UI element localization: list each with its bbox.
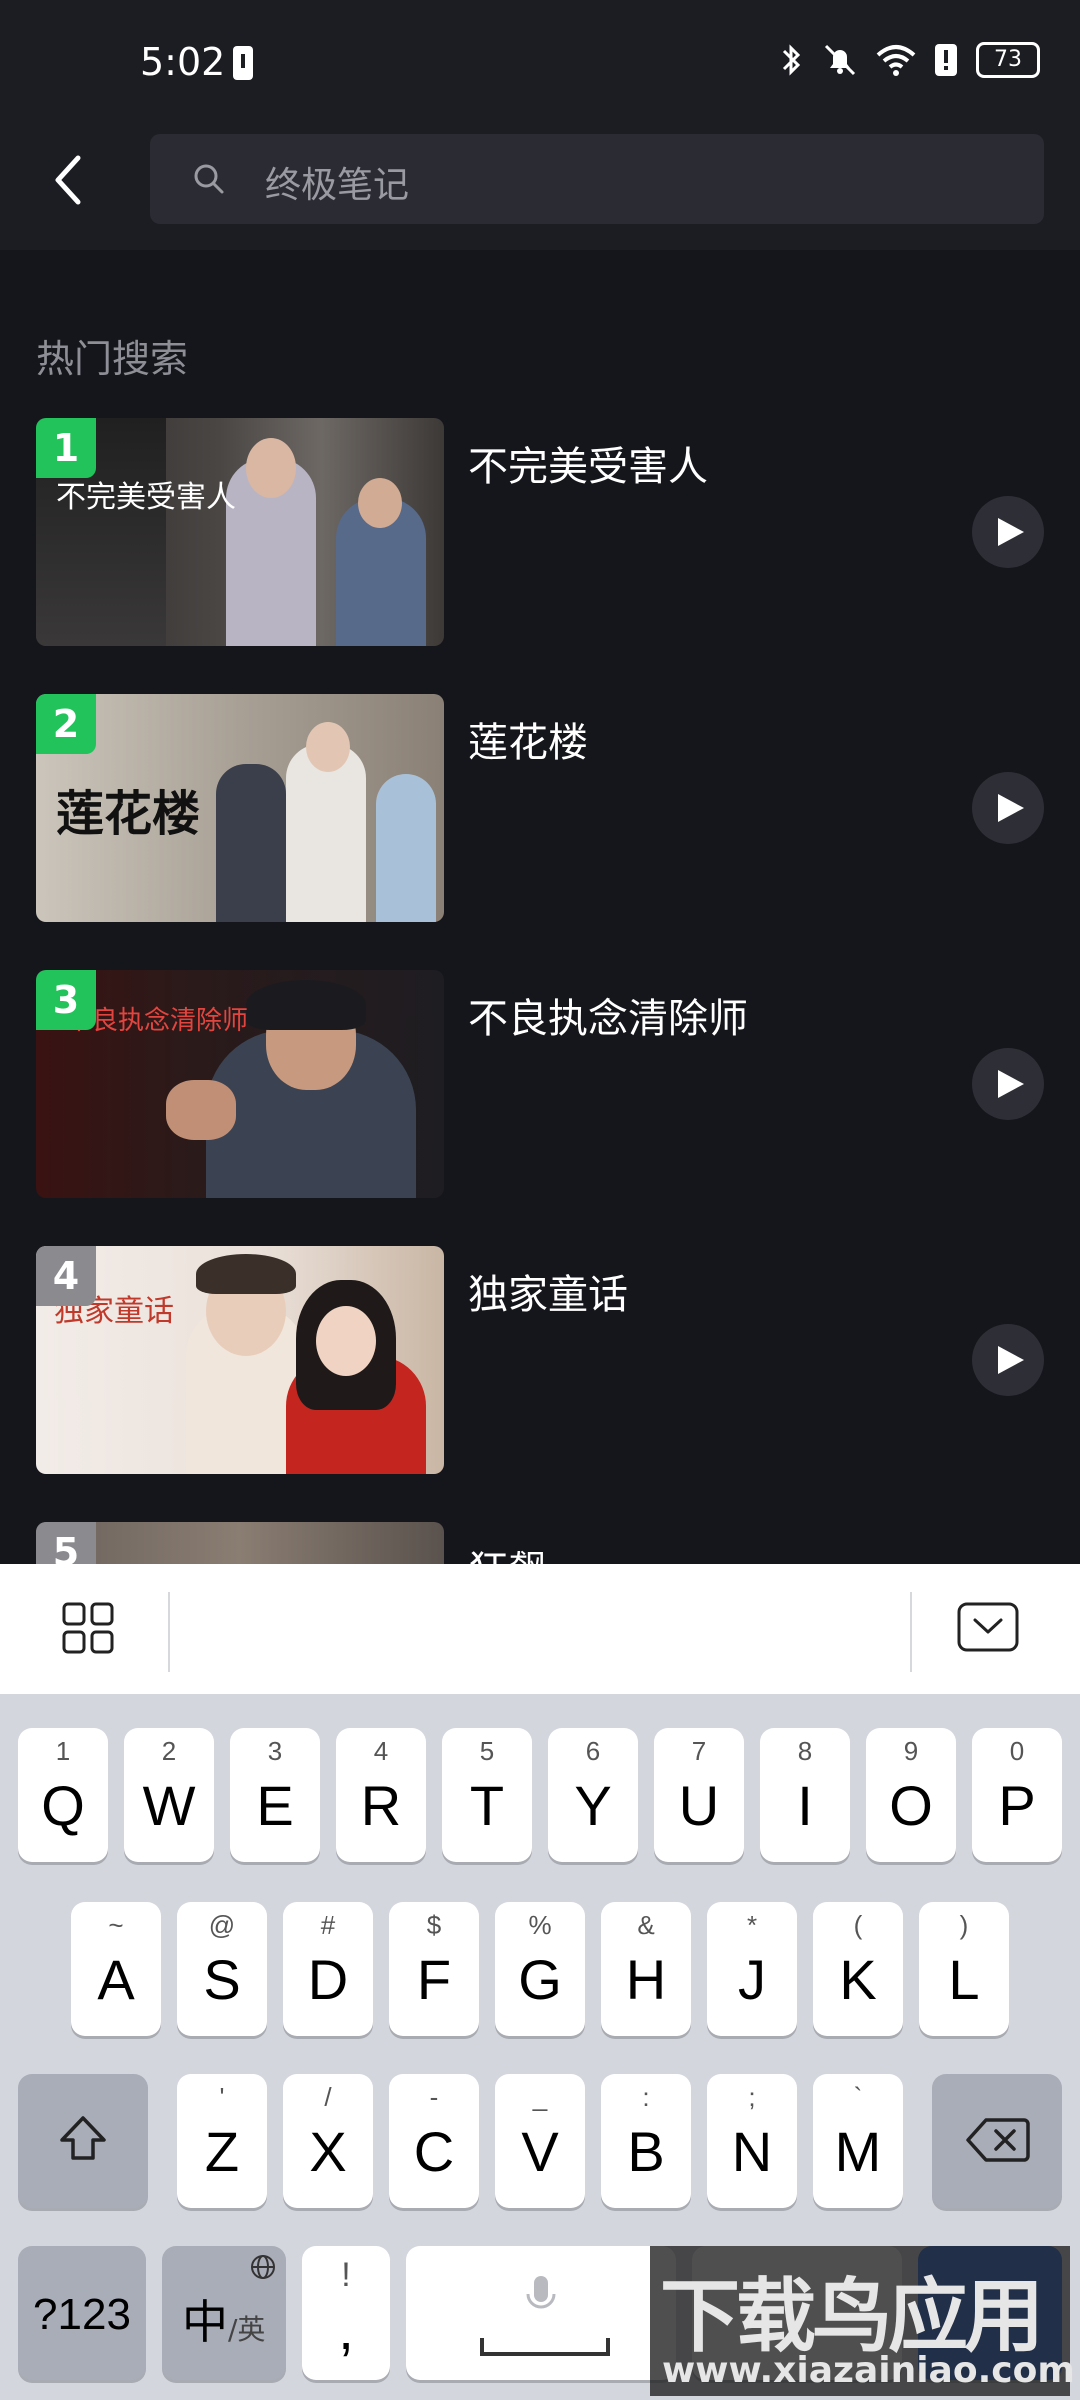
status-time: 5:02 [140, 40, 226, 84]
numbers-key[interactable]: ?123 [18, 2246, 146, 2380]
rank-badge: 2 [36, 694, 96, 754]
backspace-key[interactable] [932, 2074, 1062, 2208]
key-b[interactable]: :B [601, 2074, 691, 2208]
key-m[interactable]: ` M [813, 2074, 903, 2208]
key-n[interactable]: ; N [707, 2074, 797, 2208]
battery-icon: 73 [976, 42, 1040, 78]
key-o[interactable]: 9O [866, 1728, 956, 1862]
backspace-icon [966, 2118, 1030, 2162]
shift-icon [60, 2116, 106, 2160]
globe-icon [251, 2255, 275, 2279]
rank-badge: 4 [36, 1246, 96, 1306]
space-bar-indicator [480, 2338, 610, 2356]
key-e[interactable]: 3E [230, 1728, 320, 1862]
item-title[interactable]: 不良执念清除师 [468, 986, 748, 1044]
microphone-icon [526, 2276, 556, 2309]
language-key[interactable]: 中 /英 [162, 2246, 286, 2380]
search-icon [194, 164, 224, 194]
key-s[interactable]: @ S [177, 1902, 267, 2036]
play-button[interactable] [972, 1048, 1044, 1120]
item-title[interactable]: 不完美受害人 [468, 434, 708, 492]
key-w[interactable]: 2W [124, 1728, 214, 1862]
thumbnail[interactable]: 莲花楼 [36, 694, 444, 922]
play-button[interactable] [972, 1324, 1044, 1396]
divider [910, 1592, 912, 1672]
list-item[interactable]: 不良执念清除师 3 不良执念清除师 [0, 970, 1080, 1200]
hide-keyboard-icon[interactable] [957, 1602, 1019, 1652]
thumbnail-title: 不完美受害人 [56, 480, 236, 515]
item-title[interactable]: 独家童话 [468, 1262, 628, 1320]
play-icon [998, 1346, 1024, 1374]
list-item[interactable]: 独家童话 4 独家童话 [0, 1246, 1080, 1476]
play-icon [998, 1070, 1024, 1098]
list-item[interactable]: 不完美受害人 1 不完美受害人 [0, 418, 1080, 648]
key-d[interactable]: # D [283, 1902, 373, 2036]
key-h[interactable]: & H [601, 1902, 691, 2036]
keyboard-toolbar [0, 1564, 1080, 1694]
play-button[interactable] [972, 496, 1044, 568]
key-c[interactable]: -C [389, 2074, 479, 2208]
apps-grid-icon[interactable] [62, 1602, 114, 1654]
key-x[interactable]: / X [283, 2074, 373, 2208]
key-q[interactable]: 1Q [18, 1728, 108, 1862]
item-title[interactable]: 莲花楼 [468, 710, 588, 768]
key-z[interactable]: ' Z [177, 2074, 267, 2208]
key-g[interactable]: % G [495, 1902, 585, 2036]
search-placeholder: 终极笔记 [265, 165, 410, 206]
battery-alert-icon [233, 46, 253, 80]
alert-icon [935, 44, 957, 76]
comma-key[interactable]: ! , [302, 2246, 390, 2380]
space-key[interactable] [406, 2246, 676, 2380]
shift-key[interactable] [18, 2074, 148, 2208]
play-button[interactable] [972, 772, 1044, 844]
key-t[interactable]: 5T [442, 1728, 532, 1862]
key-l[interactable]: ) L [919, 1902, 1009, 2036]
mute-bell-icon [824, 44, 856, 76]
rank-badge: 3 [36, 970, 96, 1030]
key-f[interactable]: $ F [389, 1902, 479, 2036]
section-title: 热门搜索 [36, 337, 189, 381]
bluetooth-icon [782, 44, 801, 76]
watermark-url: www.xiazainiao.com [662, 2350, 1075, 2391]
thumbnail[interactable]: 独家童话 [36, 1246, 444, 1474]
key-k[interactable]: (K [813, 1902, 903, 2036]
key-i[interactable]: 8I [760, 1728, 850, 1862]
thumbnail-title: 莲花楼 [56, 786, 201, 842]
play-icon [998, 794, 1024, 822]
key-j[interactable]: * J [707, 1902, 797, 2036]
search-input[interactable]: 终极笔记 [150, 134, 1044, 224]
key-p[interactable]: 0P [972, 1728, 1062, 1862]
status-icons: 73 [780, 42, 1040, 78]
list-item[interactable]: 莲花楼 2 莲花楼 [0, 694, 1080, 924]
rank-badge: 1 [36, 418, 96, 478]
watermark: 下载鸟应用 www.xiazainiao.com [650, 2246, 1075, 2396]
thumbnail[interactable]: 不完美受害人 [36, 418, 444, 646]
divider [168, 1592, 170, 1672]
play-icon [998, 518, 1024, 546]
key-y[interactable]: 6Y [548, 1728, 638, 1862]
thumbnail[interactable]: 不良执念清除师 [36, 970, 444, 1198]
back-arrow-icon[interactable] [48, 150, 88, 210]
key-u[interactable]: 7U [654, 1728, 744, 1862]
key-r[interactable]: 4R [336, 1728, 426, 1862]
wifi-icon [876, 45, 916, 76]
key-a[interactable]: ~ A [71, 1902, 161, 2036]
key-v[interactable]: _ V [495, 2074, 585, 2208]
